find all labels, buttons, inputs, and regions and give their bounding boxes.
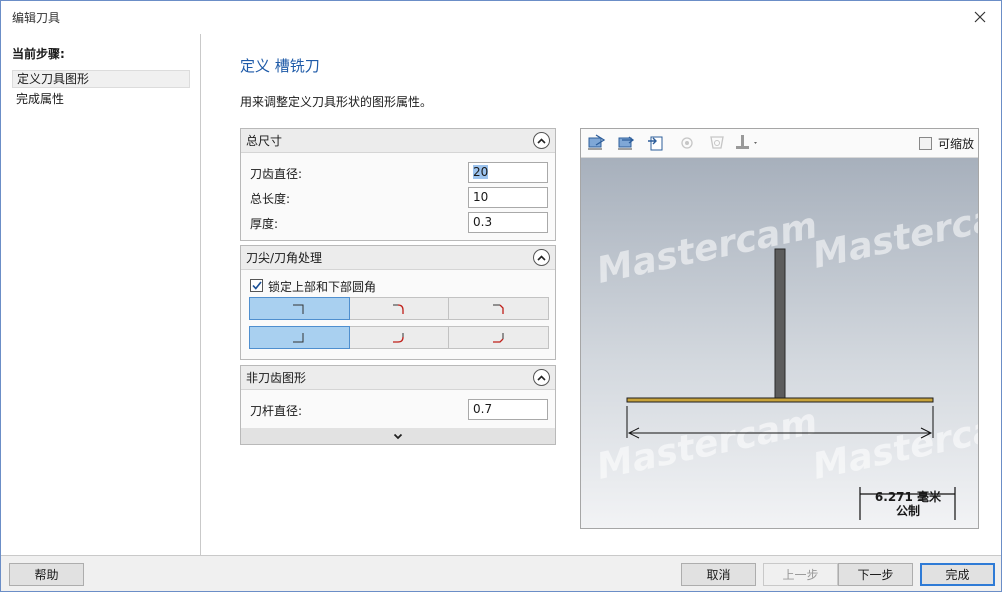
- top-corner-options: [249, 297, 550, 320]
- step-define-tool-geometry[interactable]: 定义刀具图形: [12, 70, 190, 88]
- step-finish-properties[interactable]: 完成属性: [12, 91, 190, 109]
- back-button[interactable]: 上一步: [763, 563, 838, 586]
- main-content: 定义 槽铣刀 用来调整定义刀具形状的图形属性。 总尺寸 刀齿直径: 20 总长度…: [202, 34, 1001, 555]
- top-corner-chamfer-button[interactable]: [448, 297, 550, 320]
- scale-value: 6.271 毫米: [874, 490, 942, 504]
- chevron-up-icon[interactable]: [533, 249, 550, 266]
- thickness-label: 厚度:: [250, 217, 279, 231]
- preview-toolbar: 可缩放: [581, 129, 978, 158]
- holder-icon: [706, 133, 728, 153]
- tool-view-dropdown-icon[interactable]: [733, 133, 763, 153]
- tool-shank: [774, 248, 786, 399]
- next-button[interactable]: 下一步: [838, 563, 913, 586]
- preview-canvas: Mastercam Mastercam Mastercam Mastercam: [581, 158, 978, 528]
- export-geometry-icon[interactable]: [616, 133, 638, 153]
- corner-treatment-title: 刀尖/刀角处理: [246, 251, 323, 265]
- tool-blade: [626, 397, 934, 403]
- top-corner-sharp-button[interactable]: [249, 297, 350, 320]
- lock-corners-label: 锁定上部和下部圆角: [268, 280, 377, 294]
- overall-dimensions-title: 总尺寸: [246, 134, 283, 148]
- display-option-icon: [676, 133, 698, 153]
- zoomable-label: 可缩放: [938, 137, 975, 151]
- chevron-down-icon: [393, 433, 403, 439]
- tool-drawing: [626, 248, 956, 520]
- overall-dimensions-panel: 总尺寸 刀齿直径: 20 总长度: 10 厚度: 0.3: [240, 128, 556, 241]
- chevron-up-icon[interactable]: [533, 132, 550, 149]
- title-bar: 编辑刀具: [1, 1, 1001, 34]
- cancel-button[interactable]: 取消: [681, 563, 756, 586]
- footer-bar: 帮助 取消 上一步 下一步 完成: [1, 555, 1001, 591]
- import-geometry-icon[interactable]: [646, 133, 668, 153]
- help-button[interactable]: 帮助: [9, 563, 84, 586]
- thickness-field[interactable]: 0.3: [468, 212, 548, 233]
- corner-treatment-panel: 刀尖/刀角处理 锁定上部和下部圆角: [240, 245, 556, 360]
- zoomable-checkbox[interactable]: [919, 137, 932, 150]
- bottom-corner-radius-button[interactable]: [348, 326, 450, 349]
- diameter-dimension: [626, 406, 934, 439]
- tooth-diameter-field[interactable]: 20: [468, 162, 548, 183]
- overall-length-label: 总长度:: [250, 192, 291, 206]
- shank-diameter-label: 刀杆直径:: [250, 404, 303, 418]
- overall-length-field[interactable]: 10: [468, 187, 548, 208]
- steps-sidebar: 当前步骤: 定义刀具图形 完成属性: [1, 34, 201, 555]
- bottom-corner-options: [249, 326, 550, 349]
- page-description: 用来调整定义刀具形状的图形属性。: [240, 95, 433, 109]
- chevron-up-icon[interactable]: [533, 369, 550, 386]
- finish-button[interactable]: 完成: [920, 563, 995, 586]
- top-corner-radius-button[interactable]: [348, 297, 450, 320]
- close-icon[interactable]: [967, 5, 993, 29]
- overall-dimensions-header[interactable]: 总尺寸: [241, 129, 555, 153]
- non-cutting-geometry-header[interactable]: 非刀齿图形: [241, 366, 555, 390]
- save-geometry-icon[interactable]: [586, 133, 608, 153]
- page-title: 定义 槽铣刀: [240, 57, 320, 75]
- tool-preview: 可缩放 Mastercam Mastercam Mastercam Master…: [580, 128, 979, 529]
- edit-tool-dialog: 编辑刀具 当前步骤: 定义刀具图形 完成属性 定义 槽铣刀 用来调整定义刀具形状…: [0, 0, 1002, 592]
- steps-title: 当前步骤:: [12, 47, 65, 61]
- tooth-diameter-label: 刀齿直径:: [250, 167, 303, 181]
- bottom-corner-sharp-button[interactable]: [249, 326, 350, 349]
- window-title: 编辑刀具: [12, 11, 61, 25]
- non-cutting-geometry-title: 非刀齿图形: [246, 371, 307, 385]
- non-cutting-geometry-panel: 非刀齿图形 刀杆直径: 0.7: [240, 365, 556, 445]
- corner-treatment-header[interactable]: 刀尖/刀角处理: [241, 246, 555, 270]
- expand-more-button[interactable]: [241, 428, 555, 444]
- bottom-corner-chamfer-button[interactable]: [448, 326, 550, 349]
- lock-corners-checkbox[interactable]: [250, 279, 263, 292]
- scale-unit: 公制: [895, 504, 920, 518]
- shank-diameter-field[interactable]: 0.7: [468, 399, 548, 420]
